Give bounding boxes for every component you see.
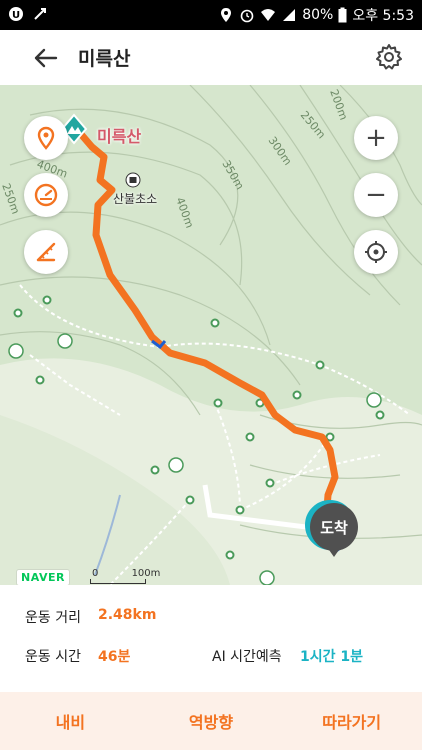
minus-icon: −: [365, 180, 387, 210]
measure-button[interactable]: [24, 230, 68, 274]
time-value: 46분: [98, 649, 131, 665]
battery-percent: 80%: [302, 7, 334, 23]
bottom-action-bar: 내비 역방향 따라가기: [0, 692, 422, 750]
back-button[interactable]: [30, 43, 62, 73]
plus-icon: +: [365, 123, 387, 153]
location-icon: [218, 7, 234, 23]
page-title: 미륵산: [78, 48, 131, 70]
app-header: 미륵산: [0, 30, 422, 85]
gear-icon: [376, 44, 402, 70]
map-canvas: 400m 400m 350m 300m 250m 200m 250m: [0, 85, 422, 585]
compass-button[interactable]: [24, 173, 68, 217]
distance-label: 운동 거리: [25, 610, 81, 626]
usb-icon: [32, 6, 48, 22]
my-location-button[interactable]: [354, 230, 398, 274]
scale-zero: 0: [92, 568, 99, 579]
zoom-out-button[interactable]: −: [354, 173, 398, 217]
distance-value: 2.48km: [98, 607, 157, 623]
pin-icon: [37, 126, 55, 150]
shelter-icon: [125, 172, 141, 188]
navi-button[interactable]: 내비: [0, 692, 141, 750]
status-time: 오후 5:53: [352, 8, 414, 24]
speedometer-icon: [34, 183, 58, 207]
status-right-icons: 80% 오후 5:53: [218, 5, 414, 25]
follow-route-button[interactable]: 따라가기: [281, 692, 422, 750]
location-pin-button[interactable]: [24, 116, 68, 160]
ai-prediction-label: AI 시간예측: [212, 649, 282, 665]
naver-logo: NAVER: [16, 569, 70, 585]
reverse-route-button[interactable]: 역방향: [141, 692, 282, 750]
trail-map[interactable]: 400m 400m 350m 300m 250m 200m 250m 미륵산 산…: [0, 85, 422, 585]
alarm-icon: [239, 7, 255, 23]
talk-icon: U: [8, 6, 24, 22]
ruler-icon: [36, 242, 56, 262]
arrival-label: 도착: [320, 518, 348, 537]
svg-text:U: U: [12, 10, 20, 21]
crosshair-icon: [365, 241, 387, 263]
settings-button[interactable]: [374, 42, 404, 72]
wifi-icon: [260, 7, 276, 23]
time-label: 운동 시간: [25, 649, 81, 665]
scale-bar: [90, 579, 146, 584]
zoom-in-button[interactable]: +: [354, 116, 398, 160]
peak-label: 미륵산: [97, 127, 142, 146]
status-left-icons: U: [8, 6, 48, 22]
map-scale: 0 100m: [92, 568, 160, 579]
arrow-left-icon: [34, 48, 58, 68]
signal-icon: [281, 7, 297, 23]
scale-label: 100m: [131, 568, 161, 579]
shelter-label: 산불초소: [113, 192, 158, 206]
arrival-marker: 도착: [310, 503, 358, 557]
workout-stats-panel: 운동 거리 2.48km 운동 시간 46분 AI 시간예측 1시간 1분: [0, 585, 422, 692]
ai-prediction-value: 1시간 1분: [300, 649, 363, 665]
status-bar: U 80% 오후 5:53: [0, 0, 422, 30]
battery-icon: [338, 7, 347, 23]
